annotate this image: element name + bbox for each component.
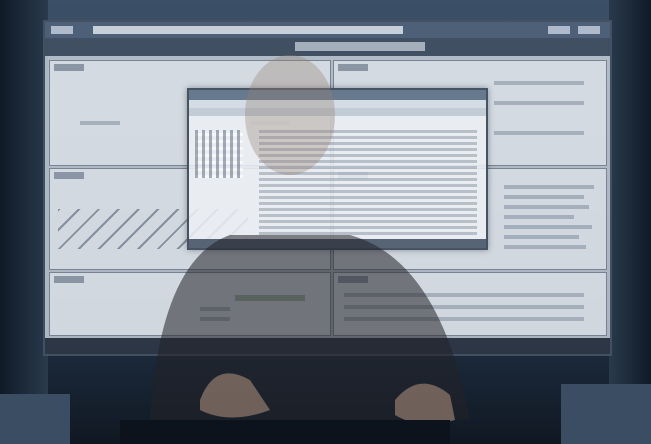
keyboard <box>120 420 450 444</box>
photo-scene <box>0 0 651 444</box>
head <box>245 55 335 175</box>
person-silhouette <box>150 55 470 424</box>
desk <box>561 384 651 444</box>
desk <box>0 394 70 444</box>
